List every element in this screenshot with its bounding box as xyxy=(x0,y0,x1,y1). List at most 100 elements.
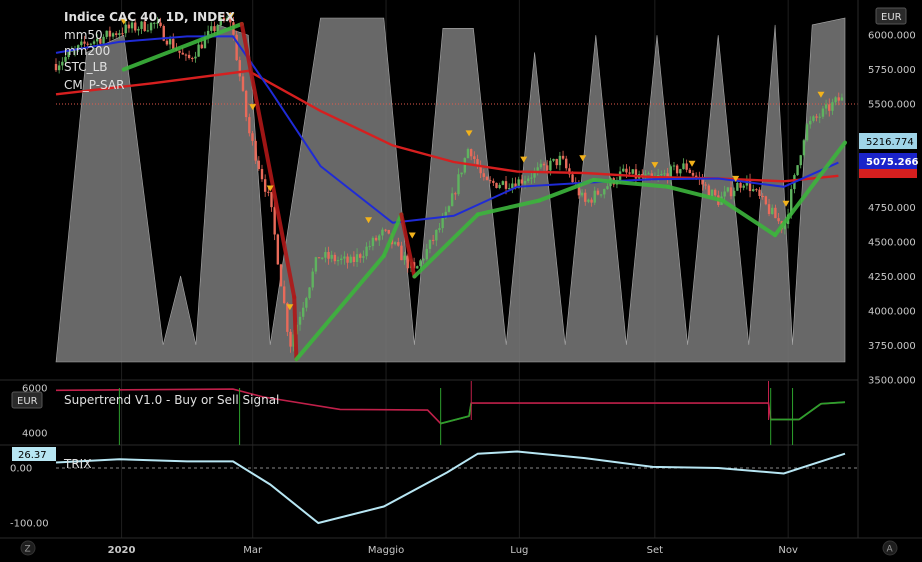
candle-body xyxy=(428,239,432,249)
candle-body xyxy=(115,33,118,35)
candle-body xyxy=(251,133,254,141)
candle-body xyxy=(824,104,828,109)
candle-body xyxy=(507,188,511,190)
candle-body xyxy=(561,155,565,159)
candle-body xyxy=(321,257,324,259)
candle-body xyxy=(707,185,711,197)
candle-body xyxy=(311,271,314,288)
legend-cm-psar[interactable]: CM_P-SAR xyxy=(64,78,124,92)
candle-body xyxy=(57,65,61,71)
candle-body xyxy=(672,165,676,167)
candle-body xyxy=(625,168,628,173)
candle-body xyxy=(546,165,549,171)
candle-body xyxy=(739,182,742,188)
sar-segment xyxy=(292,295,299,362)
legend-mm200[interactable]: mm200 xyxy=(64,44,110,58)
candle-body xyxy=(118,33,121,35)
autoscale-button-label: A xyxy=(887,545,894,555)
candle-body xyxy=(539,163,543,168)
autoscale-button[interactable]: A xyxy=(882,540,898,556)
trix-label[interactable]: TRIX xyxy=(63,457,91,471)
candle-body xyxy=(723,191,726,197)
candle-body xyxy=(587,199,590,202)
month-label: Maggio xyxy=(368,545,404,556)
candle-body xyxy=(213,26,216,32)
candle-body xyxy=(520,179,524,184)
candle-body xyxy=(492,180,495,183)
candle-body xyxy=(314,257,318,272)
candle-body xyxy=(241,76,245,91)
candle-body xyxy=(821,108,825,117)
supertrend-label[interactable]: Supertrend V1.0 - Buy or Sell Signal xyxy=(64,393,279,407)
candle-body xyxy=(263,179,267,192)
price-tag-mm50-text: 5075.266 xyxy=(866,157,919,168)
candle-body xyxy=(606,186,609,190)
candle-body xyxy=(628,172,631,174)
candle-body xyxy=(327,252,330,259)
month-label: Set xyxy=(647,545,664,556)
candle-body xyxy=(450,193,454,207)
candle-body xyxy=(571,174,574,183)
candle-body xyxy=(675,165,679,174)
candle-body xyxy=(501,181,505,185)
candle-body xyxy=(755,189,758,191)
candle-body xyxy=(593,190,596,203)
candle-body xyxy=(298,316,302,325)
candle-body xyxy=(352,256,356,263)
currency-badge[interactable]: EUR xyxy=(875,7,907,25)
candle-body xyxy=(238,60,242,77)
candle-body xyxy=(549,160,552,171)
candle-body xyxy=(397,242,400,246)
candle-body xyxy=(691,172,695,176)
candle-body xyxy=(685,163,688,170)
candle-body xyxy=(726,187,730,192)
candle-body xyxy=(809,120,812,125)
candle-body xyxy=(796,165,799,176)
candle-body xyxy=(828,104,831,111)
candle-body xyxy=(111,33,115,37)
candle-body xyxy=(336,260,340,262)
candle-body xyxy=(317,257,321,259)
candle-body xyxy=(346,256,349,263)
candle-body xyxy=(732,190,736,197)
candle-body xyxy=(552,158,555,161)
chart-title: Indice CAC 40, 1D, INDEX xyxy=(64,10,235,24)
candle-body xyxy=(590,199,593,203)
candle-body xyxy=(124,24,127,34)
price-tag-mm200 xyxy=(859,168,917,178)
candle-body xyxy=(172,38,175,49)
candle-body xyxy=(165,40,169,45)
candle-body xyxy=(178,50,181,53)
candle-body xyxy=(254,140,257,161)
candle-body xyxy=(276,234,280,265)
zoom-button-left[interactable]: Z xyxy=(20,540,36,556)
candle-body xyxy=(330,254,333,259)
zoom-button-left-label: Z xyxy=(25,545,31,555)
supertrend-tick-label: 4000 xyxy=(22,429,47,440)
candle-body xyxy=(495,182,498,188)
month-label: Lug xyxy=(510,545,528,556)
legend-mm50[interactable]: mm50 xyxy=(64,28,103,42)
candle-body xyxy=(257,160,261,170)
candle-body xyxy=(812,116,815,121)
candle-body xyxy=(466,149,470,159)
candle-body xyxy=(305,298,308,308)
candle-body xyxy=(580,192,584,196)
candle-body xyxy=(777,218,780,222)
candle-body xyxy=(378,235,381,241)
candle-body xyxy=(834,97,837,103)
candle-body xyxy=(260,169,264,180)
candle-body xyxy=(463,158,467,173)
candle-body xyxy=(438,228,441,230)
candle-body xyxy=(460,172,463,175)
price-tick-label: 5500.000 xyxy=(868,100,916,111)
price-tick-label: 4000.000 xyxy=(868,307,916,318)
candle-body xyxy=(584,192,587,202)
legend-stc-lb[interactable]: STC_LB xyxy=(64,60,108,74)
candle-body xyxy=(767,204,771,215)
candle-body xyxy=(324,252,327,258)
candle-body xyxy=(149,22,153,31)
price-tick-label: 6000.000 xyxy=(868,31,916,42)
candle-body xyxy=(488,180,492,182)
trix-tick-label: -100.00 xyxy=(10,519,49,530)
